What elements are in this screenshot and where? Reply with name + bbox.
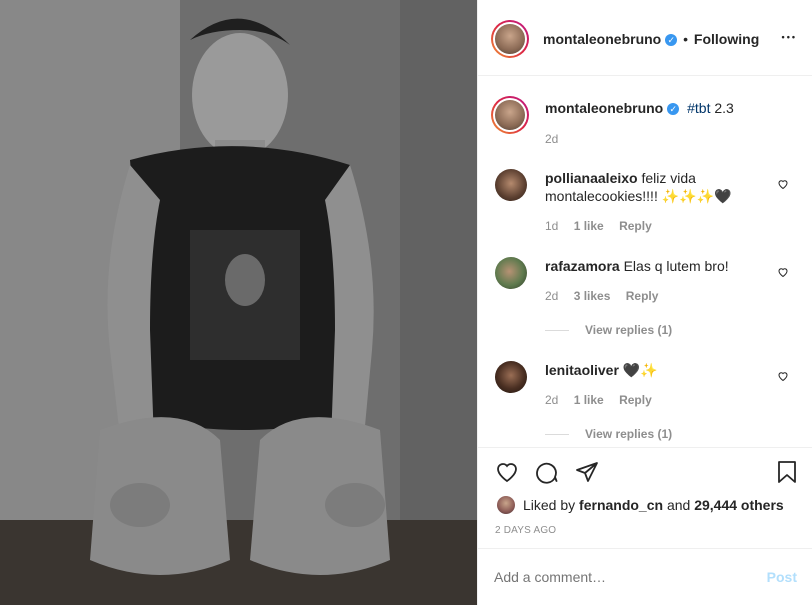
comment-time[interactable]: 1d <box>545 219 558 233</box>
comment-body: rafazamora Elas q lutem bro! <box>545 257 765 275</box>
post-header: montaleonebruno ✓ • Following ••• <box>478 0 812 76</box>
reply-button[interactable]: Reply <box>619 219 652 233</box>
comment-avatar[interactable] <box>495 361 527 393</box>
comment-text: 🖤✨ <box>622 362 658 378</box>
comment-body: pollianaaleixo feliz vida montalecookies… <box>545 169 765 205</box>
post-timestamp[interactable]: 2 DAYS AGO <box>495 525 556 536</box>
caption: montaleonebruno ✓ #tbt 2.3 <box>545 99 785 117</box>
liked-by-prefix: Liked by <box>523 497 576 513</box>
reply-button[interactable]: Reply <box>626 289 659 303</box>
liked-by-and: and <box>666 497 691 513</box>
comment-meta: 2d 1 like Reply <box>545 393 652 407</box>
comment-body: lenitaoliver 🖤✨ <box>545 361 765 379</box>
comment-meta: 2d 3 likes Reply <box>545 289 658 303</box>
comment-meta: 1d 1 like Reply <box>545 219 652 233</box>
author-avatar[interactable] <box>491 20 529 58</box>
add-comment-input[interactable] <box>494 567 744 587</box>
like-heart-icon[interactable] <box>495 460 519 484</box>
comment-username[interactable]: rafazamora <box>545 258 620 274</box>
post-sidebar: montaleonebruno ✓ • Following ••• montale… <box>477 0 812 605</box>
view-replies-button[interactable]: View replies (1) <box>545 323 672 337</box>
verified-badge-icon: ✓ <box>667 103 680 116</box>
post-comment-button[interactable]: Post <box>767 569 797 585</box>
likes-count[interactable]: 29,444 others <box>694 497 784 513</box>
comment-text: Elas q lutem bro! <box>623 258 729 274</box>
comment-avatar[interactable] <box>495 169 527 201</box>
comment-time[interactable]: 2d <box>545 393 558 407</box>
comment-username[interactable]: lenitaoliver <box>545 362 619 378</box>
comments-list[interactable]: montaleonebruno ✓ #tbt 2.3 2d pollianaale… <box>478 77 812 447</box>
comment-time[interactable]: 2d <box>545 289 558 303</box>
save-bookmark-icon[interactable] <box>775 460 799 484</box>
comment-likes[interactable]: 1 like <box>574 219 604 233</box>
likes-summary: Liked by fernando_cn and 29,444 others <box>523 497 784 513</box>
more-options-icon[interactable]: ••• <box>782 32 797 42</box>
post-actions: Liked by fernando_cn and 29,444 others 2… <box>478 447 812 549</box>
share-paper-plane-icon[interactable] <box>575 460 599 484</box>
like-comment-heart-icon[interactable] <box>777 178 789 190</box>
comment-likes[interactable]: 1 like <box>574 393 604 407</box>
caption-avatar[interactable] <box>491 96 529 134</box>
comment-username[interactable]: pollianaaleixo <box>545 170 638 186</box>
caption-username[interactable]: montaleonebruno <box>545 100 663 116</box>
post-photo[interactable] <box>0 0 477 605</box>
comment-bubble-icon[interactable] <box>535 460 559 484</box>
view-replies-button[interactable]: View replies (1) <box>545 427 672 441</box>
liker-avatar[interactable] <box>497 496 515 514</box>
reply-button[interactable]: Reply <box>619 393 652 407</box>
like-comment-heart-icon[interactable] <box>777 370 789 382</box>
liker-username[interactable]: fernando_cn <box>579 497 663 513</box>
comment-avatar[interactable] <box>495 257 527 289</box>
verified-badge-icon: ✓ <box>665 34 678 47</box>
add-comment-bar: Post <box>478 548 812 605</box>
caption-text: 2.3 <box>710 100 734 116</box>
following-button[interactable]: Following <box>694 31 759 47</box>
author-username[interactable]: montaleonebruno <box>543 31 661 47</box>
like-comment-heart-icon[interactable] <box>777 266 789 278</box>
caption-time[interactable]: 2d <box>545 132 558 146</box>
comment-likes[interactable]: 3 likes <box>574 289 611 303</box>
caption-hashtag[interactable]: #tbt <box>687 100 710 116</box>
header-separator: • <box>683 31 689 47</box>
